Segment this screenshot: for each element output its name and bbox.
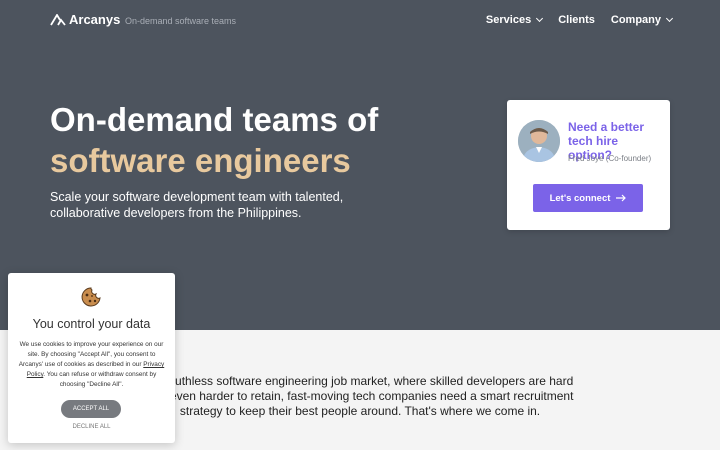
arcanys-logo-icon (50, 13, 66, 26)
brand-name: Arcanys (69, 12, 121, 27)
cookie-text: We use cookies to improve your experienc… (18, 340, 165, 390)
cookie-icon (81, 287, 101, 307)
cookie-title: You control your data (32, 317, 151, 331)
card-person: Fred Joye (Co-founder) (568, 154, 652, 163)
contact-card: Need a better tech hire option? Fred Joy… (507, 100, 670, 230)
connect-button[interactable]: Let's connect (533, 184, 643, 212)
headline-line-2: software engineers (50, 142, 351, 179)
cookie-text-before: We use cookies to improve your experienc… (18, 341, 164, 368)
arrow-right-icon (616, 194, 627, 202)
accept-all-button[interactable]: ACCEPT ALL (61, 400, 121, 418)
hero-subheading: Scale your software development team wit… (50, 190, 344, 220)
nav-item-clients[interactable]: Clients (558, 14, 595, 26)
person-photo-icon (518, 120, 560, 162)
top-nav: Arcanys On-demand software teams Service… (50, 12, 674, 32)
chevron-down-icon (665, 14, 674, 23)
nav-item-label: Company (610, 14, 661, 26)
avatar (518, 120, 560, 162)
nav-item-label: Clients (558, 14, 595, 26)
brand-tagline: On-demand software teams (125, 16, 237, 26)
cookie-banner: You control your data We use cookies to … (8, 273, 175, 443)
decline-all-button[interactable]: DECLINE ALL (8, 424, 175, 430)
intro-paragraph: ay's ruthless software engineering job m… (146, 374, 574, 418)
nav-item-label: Services (485, 14, 532, 26)
nav-item-company[interactable]: Company (610, 14, 674, 26)
nav-links: Services Clients Company (485, 14, 674, 26)
nav-item-services[interactable]: Services (485, 14, 544, 26)
brand-logo[interactable]: Arcanys (50, 12, 120, 27)
headline-line-1: On-demand teams of (50, 101, 379, 138)
chevron-down-icon (536, 14, 544, 23)
hero-headline: On-demand teams of software engineers (50, 99, 378, 181)
cookie-text-after: . You can refuse or withdraw consent by … (43, 371, 157, 388)
connect-button-label: Let's connect (549, 192, 611, 204)
